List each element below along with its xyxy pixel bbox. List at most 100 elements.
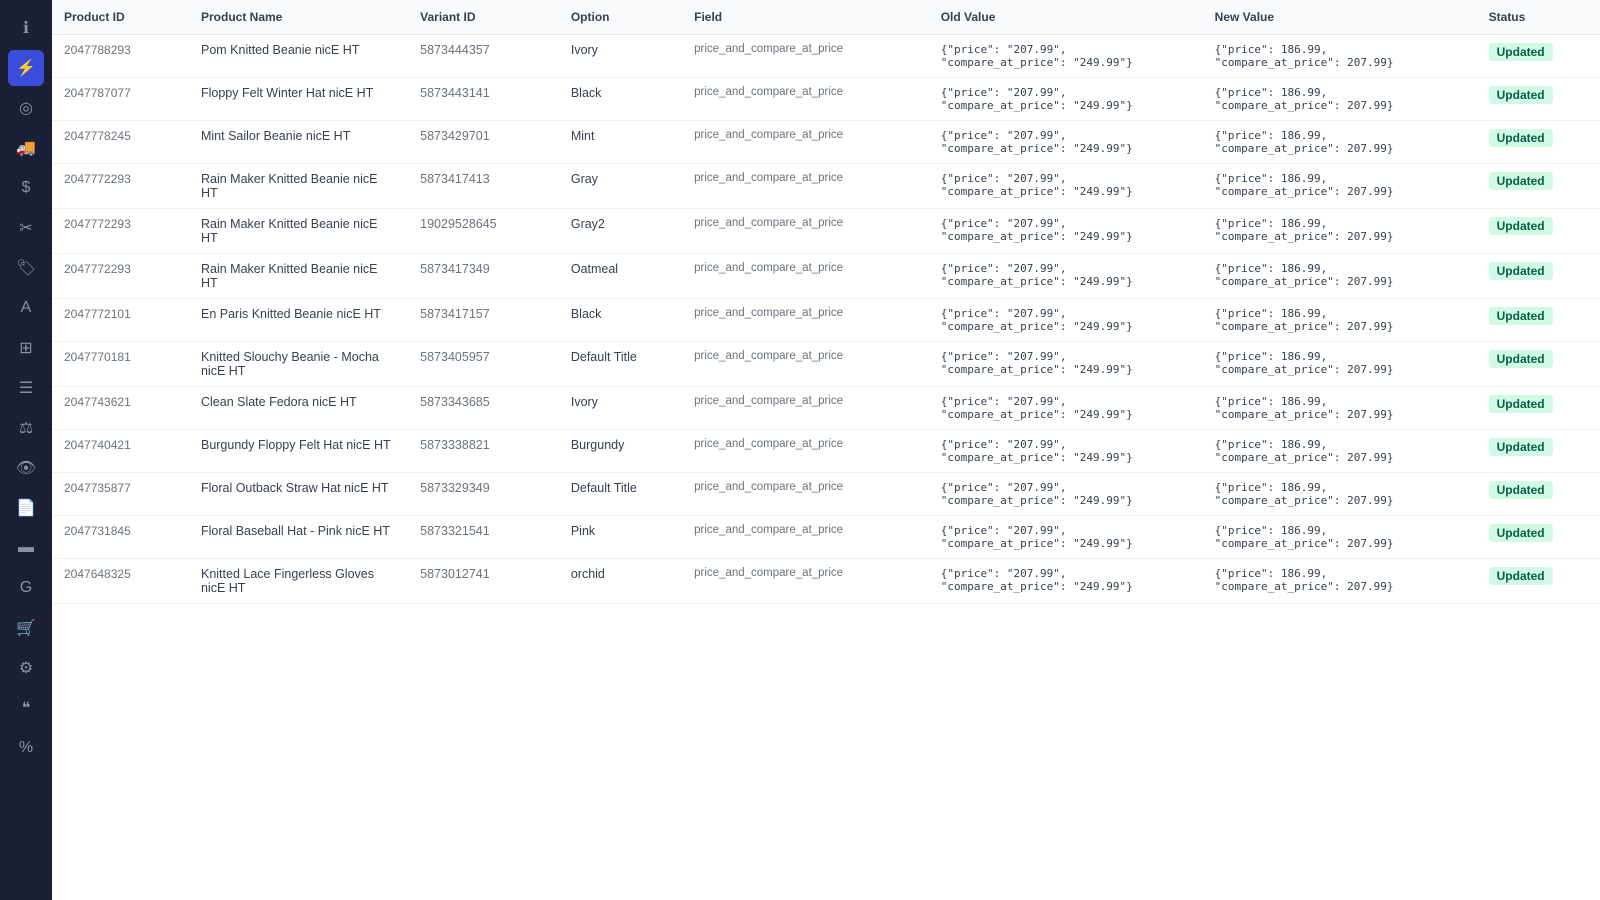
cell-field: price_and_compare_at_price — [682, 254, 929, 299]
table-row: 2047731845 Floral Baseball Hat - Pink ni… — [52, 516, 1600, 559]
cell-status: Updated — [1477, 473, 1600, 516]
percent-icon[interactable]: % — [8, 730, 44, 766]
cell-option: Gray2 — [559, 209, 682, 254]
cell-product-id: 2047772293 — [52, 164, 189, 209]
circle-icon[interactable]: ◎ — [8, 90, 44, 126]
cell-product-id: 2047787077 — [52, 78, 189, 121]
cell-field: price_and_compare_at_price — [682, 559, 929, 604]
cell-variant-id: 5873012741 — [408, 559, 559, 604]
cell-new-value: {"price": 186.99,"compare_at_price": 207… — [1203, 299, 1477, 342]
truck-icon[interactable]: 🚚 — [8, 130, 44, 166]
cell-product-name: Clean Slate Fedora nicE HT — [189, 387, 408, 430]
table-container[interactable]: Product ID Product Name Variant ID Optio… — [52, 0, 1600, 900]
table-row: 2047788293 Pom Knitted Beanie nicE HT 58… — [52, 35, 1600, 78]
dollar-icon[interactable]: $ — [8, 170, 44, 206]
cell-new-value: {"price": 186.99,"compare_at_price": 207… — [1203, 164, 1477, 209]
sidebar: ℹ ⚡ ◎ 🚚 $ ✂ 🏷 A ⊞ ☰ ⚖ 👁 📄 ▬ G 🛒 ⚙ ❝% — [0, 0, 52, 900]
lightning-icon[interactable]: ⚡ — [8, 50, 44, 86]
info-icon[interactable]: ℹ — [8, 10, 44, 46]
cell-new-value: {"price": 186.99,"compare_at_price": 207… — [1203, 342, 1477, 387]
doc-icon[interactable]: 📄 — [8, 490, 44, 526]
table-row: 2047743621 Clean Slate Fedora nicE HT 58… — [52, 387, 1600, 430]
cell-field: price_and_compare_at_price — [682, 299, 929, 342]
status-badge: Updated — [1489, 395, 1553, 413]
status-badge: Updated — [1489, 307, 1553, 325]
cell-variant-id: 5873417413 — [408, 164, 559, 209]
status-badge: Updated — [1489, 43, 1553, 61]
col-header-name: Product Name — [189, 0, 408, 35]
cell-variant-id: 5873417349 — [408, 254, 559, 299]
cell-option: Gray — [559, 164, 682, 209]
list-icon[interactable]: ☰ — [8, 370, 44, 406]
table-row: 2047778245 Mint Sailor Beanie nicE HT 58… — [52, 121, 1600, 164]
cell-new-value: {"price": 186.99,"compare_at_price": 207… — [1203, 430, 1477, 473]
cell-product-id: 2047740421 — [52, 430, 189, 473]
cell-status: Updated — [1477, 254, 1600, 299]
table-row: 2047735877 Floral Outback Straw Hat nicE… — [52, 473, 1600, 516]
cell-product-id: 2047731845 — [52, 516, 189, 559]
cell-new-value: {"price": 186.99,"compare_at_price": 207… — [1203, 35, 1477, 78]
cell-status: Updated — [1477, 516, 1600, 559]
status-badge: Updated — [1489, 129, 1553, 147]
status-badge: Updated — [1489, 524, 1553, 542]
cell-new-value: {"price": 186.99,"compare_at_price": 207… — [1203, 209, 1477, 254]
cell-variant-id: 5873444357 — [408, 35, 559, 78]
status-badge: Updated — [1489, 350, 1553, 368]
cell-option: Oatmeal — [559, 254, 682, 299]
barcode-icon[interactable]: ▬ — [8, 530, 44, 566]
cell-new-value: {"price": 186.99,"compare_at_price": 207… — [1203, 559, 1477, 604]
cell-variant-id: 5873321541 — [408, 516, 559, 559]
cell-status: Updated — [1477, 121, 1600, 164]
cell-product-name: Rain Maker Knitted Beanie nicE HT — [189, 164, 408, 209]
cell-new-value: {"price": 186.99,"compare_at_price": 207… — [1203, 473, 1477, 516]
cell-new-value: {"price": 186.99,"compare_at_price": 207… — [1203, 516, 1477, 559]
balance-icon[interactable]: ⚖ — [8, 410, 44, 446]
cell-option: Mint — [559, 121, 682, 164]
cell-product-id: 2047743621 — [52, 387, 189, 430]
cell-field: price_and_compare_at_price — [682, 430, 929, 473]
cell-old-value: {"price": "207.99","compare_at_price": "… — [929, 254, 1203, 299]
label-icon[interactable]: 🏷 — [8, 250, 44, 286]
grid-icon[interactable]: ⊞ — [8, 330, 44, 366]
cell-option: Ivory — [559, 387, 682, 430]
cell-field: price_and_compare_at_price — [682, 78, 929, 121]
cell-new-value: {"price": 186.99,"compare_at_price": 207… — [1203, 121, 1477, 164]
cell-option: Black — [559, 78, 682, 121]
cell-option: Ivory — [559, 35, 682, 78]
cell-status: Updated — [1477, 387, 1600, 430]
cell-product-name: En Paris Knitted Beanie nicE HT — [189, 299, 408, 342]
cart-icon[interactable]: 🛒 — [8, 610, 44, 646]
col-header-option: Option — [559, 0, 682, 35]
eye-icon[interactable]: 👁 — [8, 450, 44, 486]
tag-discount-icon[interactable]: ✂ — [8, 210, 44, 246]
cell-old-value: {"price": "207.99","compare_at_price": "… — [929, 164, 1203, 209]
text-icon[interactable]: A — [8, 290, 44, 326]
cell-variant-id: 5873417157 — [408, 299, 559, 342]
cell-old-value: {"price": "207.99","compare_at_price": "… — [929, 342, 1203, 387]
status-badge: Updated — [1489, 86, 1553, 104]
g-icon[interactable]: G — [8, 570, 44, 606]
cell-product-name: Pom Knitted Beanie nicE HT — [189, 35, 408, 78]
cell-product-id: 2047772293 — [52, 254, 189, 299]
cell-old-value: {"price": "207.99","compare_at_price": "… — [929, 78, 1203, 121]
cell-field: price_and_compare_at_price — [682, 164, 929, 209]
cell-status: Updated — [1477, 78, 1600, 121]
cell-variant-id: 5873443141 — [408, 78, 559, 121]
col-header-id: Product ID — [52, 0, 189, 35]
cell-field: price_and_compare_at_price — [682, 35, 929, 78]
table-header-row: Product ID Product Name Variant ID Optio… — [52, 0, 1600, 35]
cell-status: Updated — [1477, 299, 1600, 342]
cell-field: price_and_compare_at_price — [682, 516, 929, 559]
cell-product-name: Floppy Felt Winter Hat nicE HT — [189, 78, 408, 121]
cell-product-name: Floral Outback Straw Hat nicE HT — [189, 473, 408, 516]
cell-status: Updated — [1477, 164, 1600, 209]
cell-variant-id: 5873338821 — [408, 430, 559, 473]
settings-icon[interactable]: ⚙ — [8, 650, 44, 686]
cell-option: Pink — [559, 516, 682, 559]
data-table: Product ID Product Name Variant ID Optio… — [52, 0, 1600, 604]
cell-option: orchid — [559, 559, 682, 604]
cell-new-value: {"price": 186.99,"compare_at_price": 207… — [1203, 254, 1477, 299]
cell-old-value: {"price": "207.99","compare_at_price": "… — [929, 299, 1203, 342]
col-header-status: Status — [1477, 0, 1600, 35]
quote-icon[interactable]: ❝ — [8, 690, 44, 726]
